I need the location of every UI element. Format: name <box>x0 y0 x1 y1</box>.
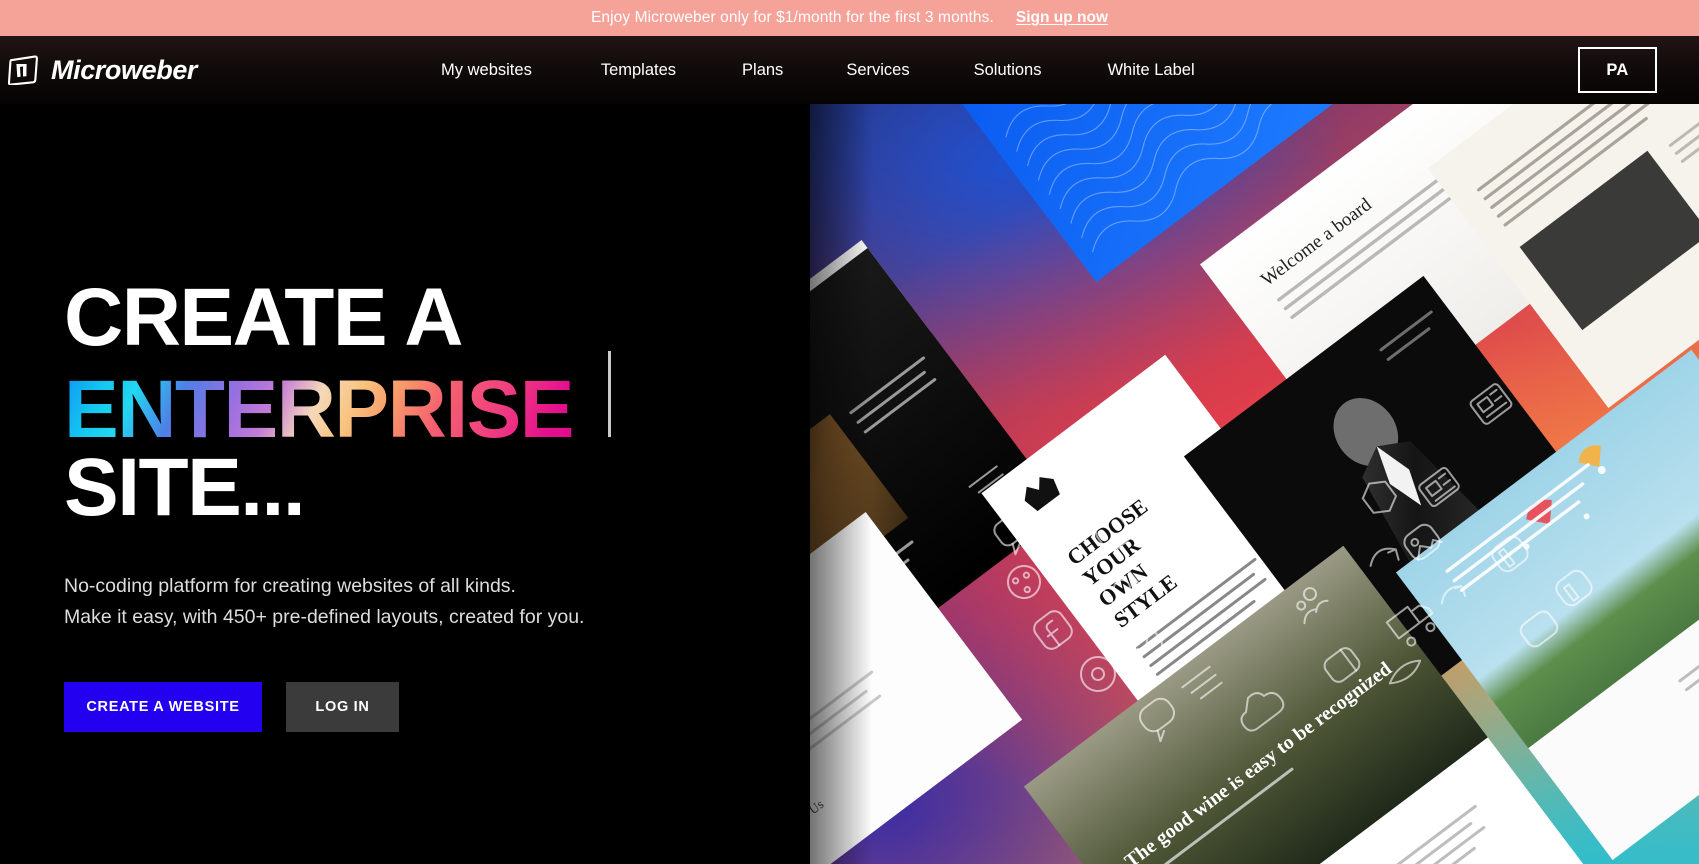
nav-item-solutions[interactable]: Solutions <box>974 53 1042 88</box>
brand-name: Microweber <box>51 54 198 85</box>
hero-subtitle: No-coding platform for creating websites… <box>64 571 764 634</box>
nav-item-templates[interactable]: Templates <box>601 53 676 88</box>
hero-title-line-3: SITE... <box>64 441 306 533</box>
promo-banner: Enjoy Microweber only for $1/month for t… <box>0 0 1699 36</box>
hero-title-line-1: CREATE A <box>64 272 464 363</box>
nav-item-white-label[interactable]: White Label <box>1107 53 1194 88</box>
hero-subtitle-line-1: No-coding platform for creating websites… <box>64 574 516 597</box>
microweber-logo-icon <box>7 55 38 86</box>
hero-actions: CREATE A WEBSITE LOG IN <box>64 681 764 732</box>
nav-item-my-websites[interactable]: My websites <box>441 53 532 88</box>
promo-text: Enjoy Microweber only for $1/month for t… <box>590 9 994 26</box>
hero-title-typed-line: ENTERPRISE <box>64 350 764 450</box>
create-a-website-button[interactable]: CREATE A WEBSITE <box>64 681 262 732</box>
nav-item-plans[interactable]: Plans <box>742 53 783 88</box>
brand-logo[interactable]: Microweber <box>7 54 198 86</box>
typing-caret <box>608 350 612 437</box>
page-root: Enjoy Microweber only for $1/month for t… <box>0 0 1699 864</box>
nav-item-services[interactable]: Services <box>846 53 909 88</box>
hero-section: Welcome a board CHOOSE YOUR OWN STYLE Th… <box>0 104 1699 864</box>
site-header: Microweber My websites Templates Plans S… <box>0 36 1699 104</box>
page-title: CREATE A ENTERPRISE SITE... <box>64 272 764 533</box>
hero-copy: CREATE A ENTERPRISE SITE... No-coding pl… <box>64 272 764 732</box>
hero-subtitle-line-2: Make it easy, with 450+ pre-defined layo… <box>64 606 585 629</box>
main-navigation: My websites Templates Plans Services Sol… <box>441 53 1195 88</box>
hero-artwork: Welcome a board CHOOSE YOUR OWN STYLE Th… <box>810 104 1699 864</box>
promo-signup-link[interactable]: Sign up now <box>1016 9 1108 27</box>
account-initials-button[interactable]: PA <box>1578 47 1657 93</box>
log-in-button[interactable]: LOG IN <box>286 681 399 732</box>
